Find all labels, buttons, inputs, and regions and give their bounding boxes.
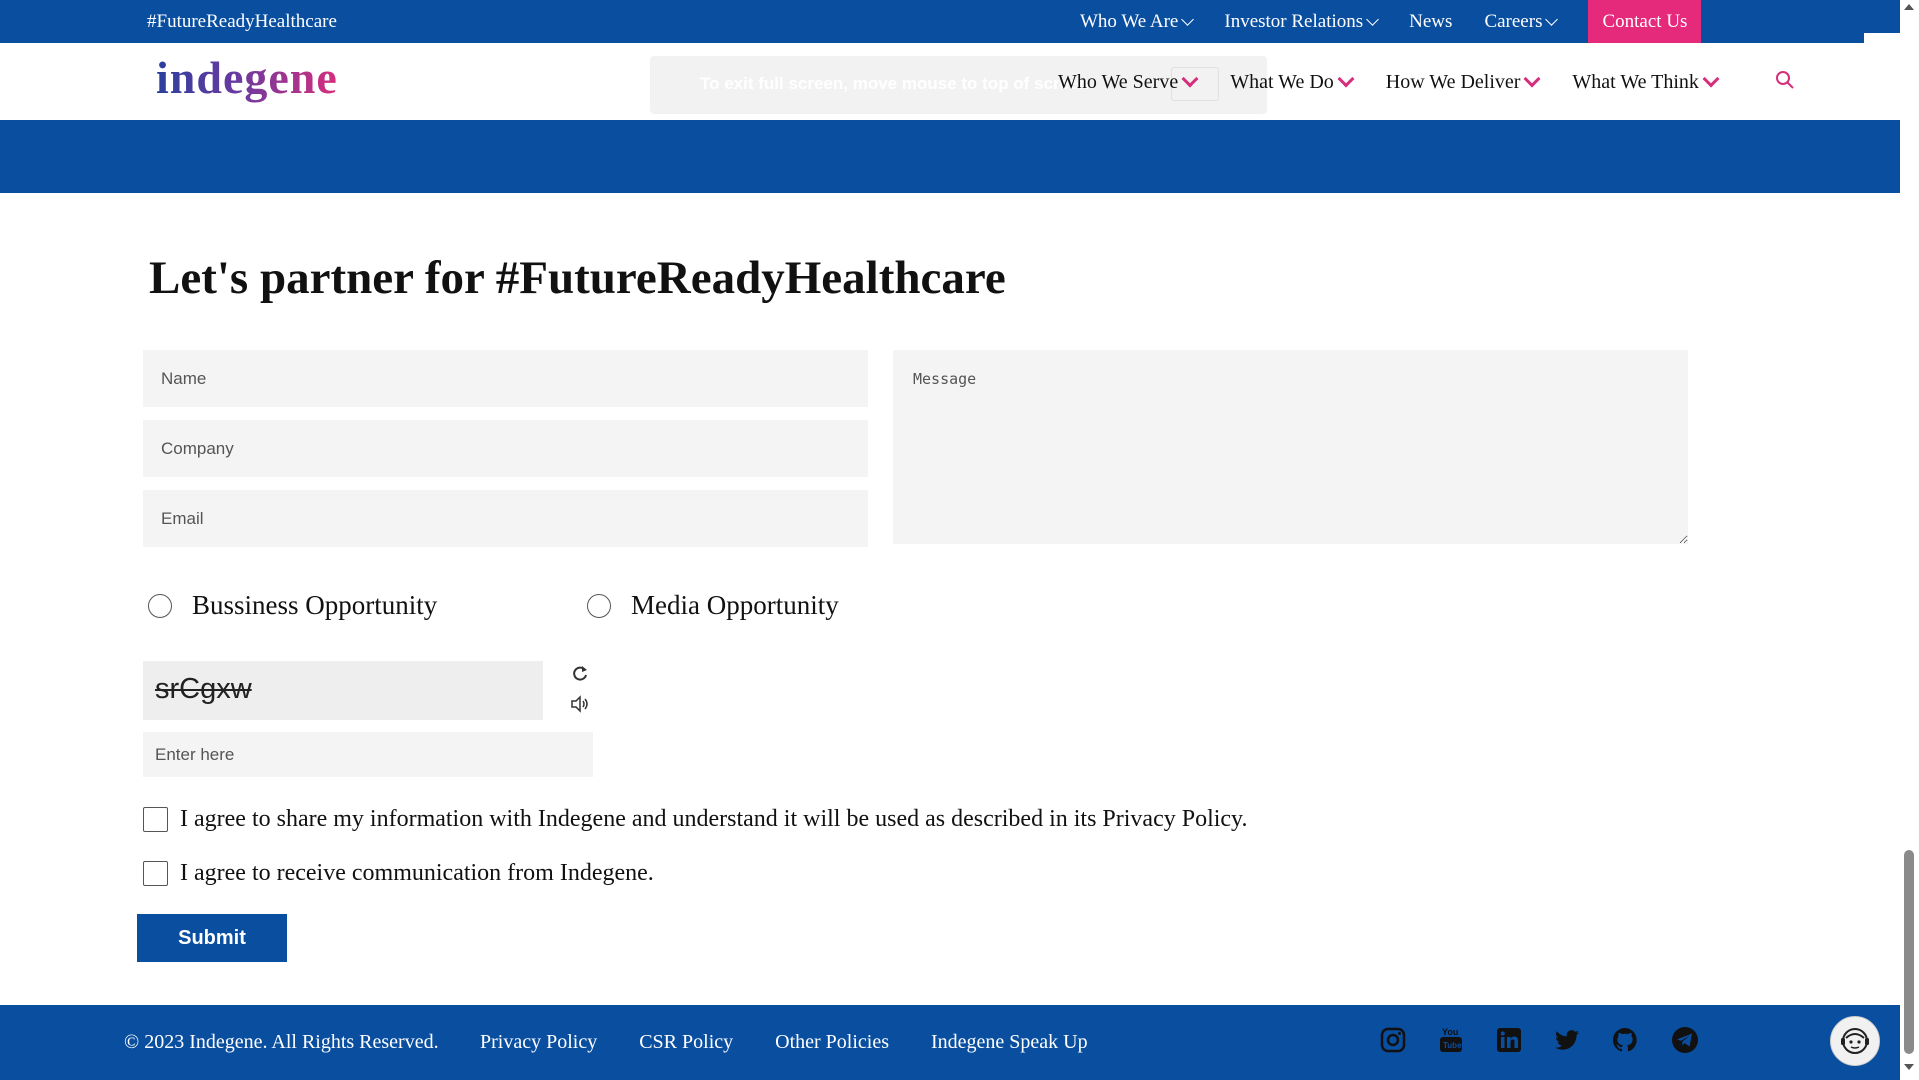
nav-what-we-think[interactable]: What We Think (1572, 70, 1721, 94)
radio-business-label: Bussiness Opportunity (192, 590, 438, 620)
audio-icon[interactable] (570, 694, 590, 714)
footer-links: Privacy Policy CSR Policy Other Policies… (480, 1031, 1130, 1054)
radio-media[interactable]: Media Opportunity (587, 590, 839, 621)
consent-privacy-label: I agree to share my information with Ind… (180, 806, 1248, 832)
chevron-down-icon (1181, 12, 1195, 26)
footer-link-privacy-policy[interactable]: Privacy Policy (480, 1031, 597, 1054)
refresh-icon[interactable] (570, 664, 590, 684)
name-input[interactable] (143, 350, 868, 407)
youtube-icon[interactable]: You Tube (1436, 1025, 1466, 1055)
telegram-icon[interactable] (1670, 1025, 1700, 1055)
indegene-logo[interactable]: indegene (156, 51, 338, 104)
consent-privacy-row[interactable]: I agree to share my information with Ind… (143, 806, 1248, 833)
company-input[interactable] (143, 420, 868, 477)
message-textarea[interactable] (893, 350, 1688, 544)
hero-band (0, 120, 1900, 193)
nav-what-we-do[interactable]: What We Do (1230, 70, 1356, 94)
footer-link-speak-up[interactable]: Indegene Speak Up (931, 1031, 1088, 1054)
chatbot-icon (1841, 1028, 1869, 1054)
radio-media-label: Media Opportunity (631, 590, 839, 620)
consent-privacy-checkbox[interactable] (143, 807, 168, 832)
nav-label: Who We Serve (1058, 71, 1179, 93)
footer-link-csr-policy[interactable]: CSR Policy (639, 1031, 733, 1054)
consent-communication-label: I agree to receive communication from In… (180, 860, 654, 886)
nav-label: What We Think (1572, 71, 1699, 93)
linkedin-icon[interactable] (1494, 1025, 1524, 1055)
nav-how-we-deliver[interactable]: How We Deliver (1385, 70, 1543, 94)
consent-communication-row[interactable]: I agree to receive communication from In… (143, 860, 654, 887)
consent-communication-checkbox[interactable] (143, 861, 168, 886)
radio-business[interactable]: Bussiness Opportunity (148, 590, 437, 621)
scroll-up-arrow-icon[interactable] (1904, 4, 1914, 10)
top-bar: #FutureReadyHealthcare Who We Are Invest… (0, 0, 1900, 43)
captcha-image: srCgxw (143, 661, 543, 720)
radio-business-button[interactable] (148, 593, 172, 618)
nav-who-we-serve[interactable]: Who We Serve (1058, 70, 1200, 94)
chevron-down-icon (1545, 12, 1559, 26)
topnav-who-we-are[interactable]: Who We Are (1080, 10, 1195, 33)
topnav-investor-relations[interactable]: Investor Relations (1224, 10, 1380, 33)
top-nav: Who We Are Investor Relations News Caree… (1080, 0, 1702, 43)
topnav-label: Investor Relations (1224, 10, 1364, 32)
nav-label: What We Do (1230, 71, 1334, 93)
footer-copyright: © 2023 Indegene. All Rights Reserved. (124, 1031, 439, 1053)
top-hashtag[interactable]: #FutureReadyHealthcare (147, 11, 337, 33)
main-header: indegene To exit full screen, move mouse… (0, 43, 1900, 120)
chevron-down-icon (1366, 12, 1380, 26)
chevron-down-icon (1523, 70, 1541, 87)
topnav-news[interactable]: News (1409, 11, 1452, 33)
radio-media-button[interactable] (587, 593, 611, 618)
captcha-input[interactable] (143, 732, 593, 777)
scrollbar-thumb[interactable] (1904, 850, 1914, 1054)
chevron-down-icon (1337, 70, 1355, 87)
fullscreen-toast-text: To exit full screen, move mouse to top o… (700, 74, 1089, 93)
twitter-icon[interactable] (1552, 1025, 1582, 1055)
topnav-label: Careers (1484, 10, 1543, 32)
nav-label: How We Deliver (1385, 71, 1521, 93)
page-title: Let's partner for #FutureReadyHealthcare (149, 252, 1006, 304)
instagram-icon[interactable] (1378, 1025, 1408, 1055)
chevron-down-icon (1181, 70, 1199, 87)
svg-text:You: You (1442, 1027, 1458, 1037)
submit-button[interactable]: Submit (137, 914, 287, 962)
footer: © 2023 Indegene. All Rights Reserved. Pr… (0, 1005, 1900, 1080)
topnav-label: Who We Are (1080, 10, 1179, 32)
email-input[interactable] (143, 490, 868, 547)
chatbot-button[interactable] (1830, 1016, 1880, 1066)
github-icon[interactable] (1610, 1025, 1640, 1055)
captcha-text: srCgxw (155, 673, 252, 705)
topbar-corner-gap (1864, 33, 1900, 43)
chevron-down-icon (1702, 70, 1720, 87)
topnav-careers[interactable]: Careers (1484, 10, 1559, 33)
contact-us-button[interactable]: Contact Us (1588, 0, 1702, 43)
main-nav: Who We Serve What We Do How We Deliver W… (1058, 70, 1751, 94)
svg-text:Tube: Tube (1443, 1041, 1462, 1050)
scroll-down-arrow-icon[interactable] (1904, 1064, 1914, 1070)
topnav-label: News (1409, 10, 1453, 32)
topbar-corner (1864, 0, 1900, 33)
search-icon[interactable] (1775, 70, 1795, 90)
footer-link-other-policies[interactable]: Other Policies (775, 1031, 889, 1054)
